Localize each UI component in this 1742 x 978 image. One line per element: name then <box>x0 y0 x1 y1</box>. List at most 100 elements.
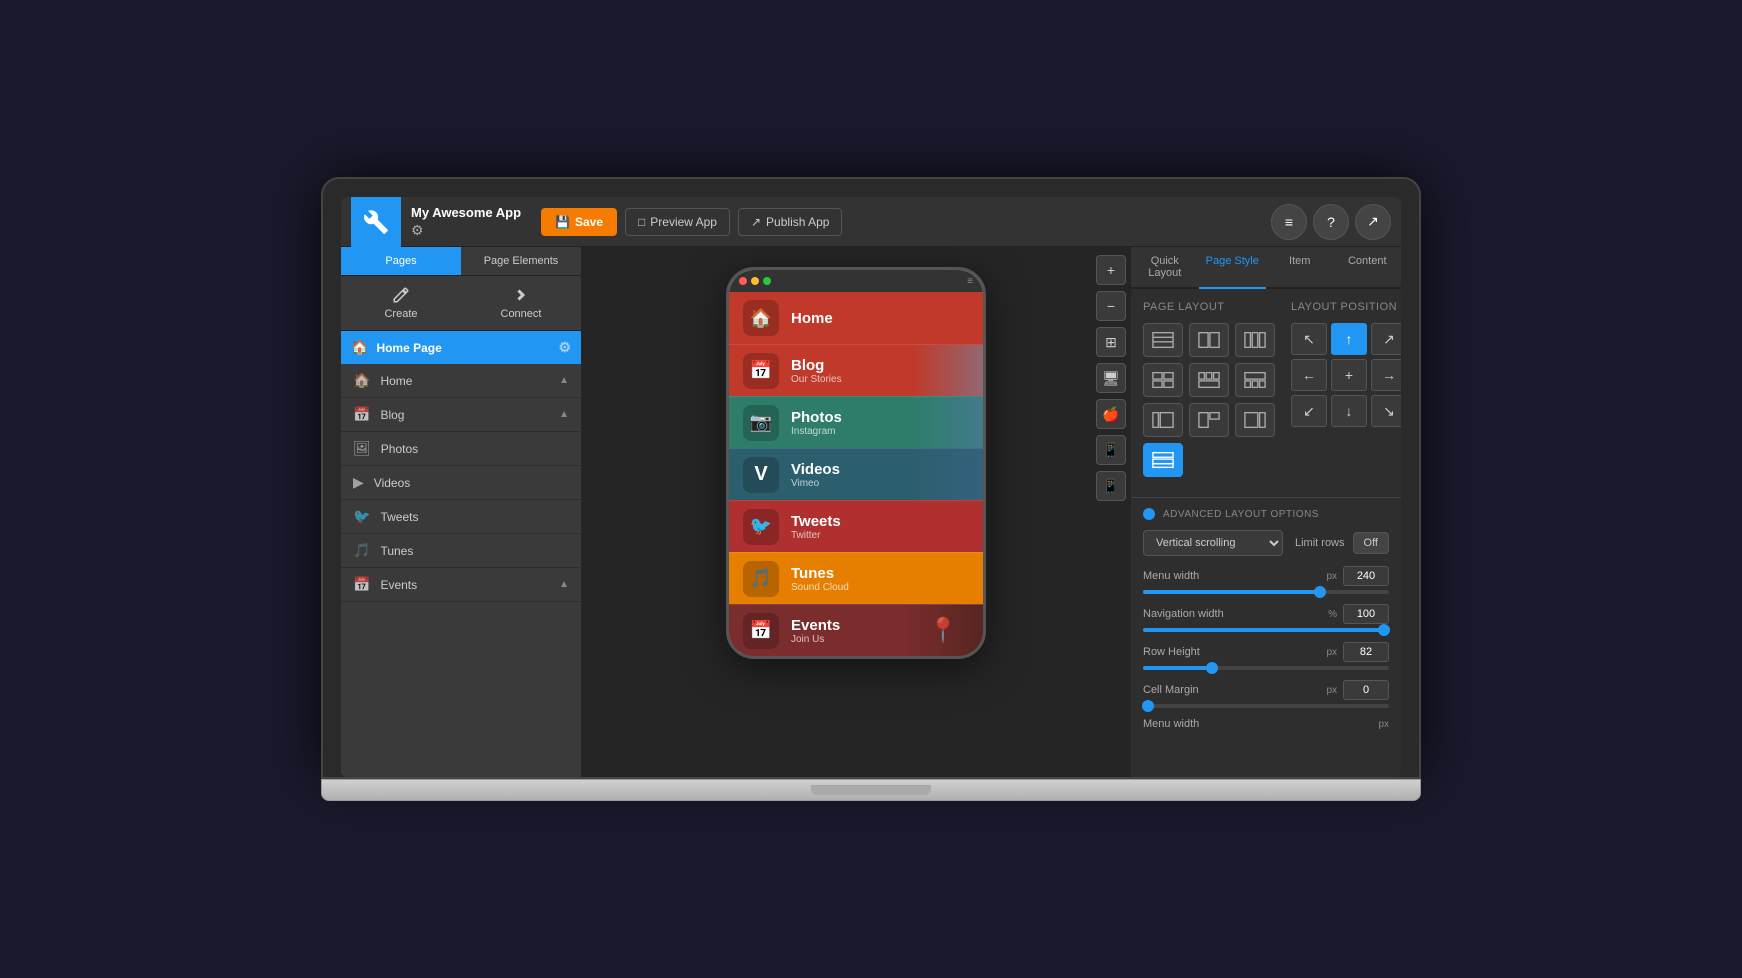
help-button[interactable]: ? <box>1313 204 1349 240</box>
sidebar-item-videos[interactable]: ▶ Videos <box>341 466 581 500</box>
tab-page-style[interactable]: Page Style <box>1199 247 1267 289</box>
cell-margin-thumb[interactable] <box>1142 700 1154 712</box>
top-bar-right: ≡ ? ↗ <box>1271 204 1391 240</box>
apple-view-button[interactable]: 🍎 <box>1096 399 1126 429</box>
tab-content[interactable]: Content <box>1334 247 1402 289</box>
save-disk-icon: 💾 <box>555 215 570 229</box>
sidebar-item-tunes[interactable]: 🎵 Tunes <box>341 534 581 568</box>
sidebar-item-tweets[interactable]: 🐦 Tweets <box>341 500 581 534</box>
menu-item-home[interactable]: 🏠 Home <box>729 292 983 344</box>
dot-yellow[interactable] <box>751 277 759 285</box>
laptop-notch <box>811 785 931 795</box>
create-label: Create <box>384 308 417 320</box>
pos-btn-c[interactable]: + <box>1331 359 1367 391</box>
sidebar-item-blog[interactable]: 📅 Blog ▲ <box>341 398 581 432</box>
layout-grid <box>1143 323 1275 477</box>
cell-margin-value[interactable]: 0 <box>1343 680 1389 700</box>
pos-btn-se[interactable]: ↘ <box>1371 395 1401 427</box>
nav-width-thumb[interactable] <box>1378 624 1390 636</box>
menu-item-tunes[interactable]: 🎵 Tunes Sound Cloud <box>729 552 983 604</box>
tab-quick-layout[interactable]: Quick Layout <box>1131 247 1199 289</box>
row-height-track[interactable] <box>1143 666 1389 670</box>
sidebar-home-page[interactable]: 🏠 Home Page ⚙ <box>341 331 581 364</box>
menu-item-videos[interactable]: V Videos Vimeo <box>729 448 983 500</box>
nav-width-track[interactable] <box>1143 628 1389 632</box>
cell-margin-track[interactable] <box>1143 704 1389 708</box>
menu-width2-value-row: px <box>1378 719 1389 730</box>
phone-status-bar: ≡ <box>729 270 983 292</box>
cell-margin-label-row: Cell Margin px 0 <box>1143 680 1389 700</box>
layout-btn-7[interactable] <box>1143 403 1183 437</box>
sidebar-item-events[interactable]: 📅 Events ▲ <box>341 568 581 602</box>
menu-width-thumb[interactable] <box>1314 586 1326 598</box>
menu-item-events[interactable]: 📅 Events Join Us 📍 <box>729 604 983 656</box>
menu-width-track[interactable] <box>1143 590 1389 594</box>
pos-btn-nw[interactable]: ↖ <box>1291 323 1327 355</box>
layout-btn-3[interactable] <box>1235 323 1275 357</box>
row-height-value[interactable]: 82 <box>1343 642 1389 662</box>
pos-btn-ne[interactable]: ↗ <box>1371 323 1401 355</box>
tab-pages[interactable]: Pages <box>341 247 461 275</box>
menu-tweets-text: Tweets Twitter <box>791 513 841 541</box>
home-page-gear[interactable]: ⚙ <box>558 339 571 356</box>
dot-red[interactable] <box>739 277 747 285</box>
nav-width-value[interactable]: 100 <box>1343 604 1389 624</box>
dot-green[interactable] <box>763 277 771 285</box>
menu-home-title: Home <box>791 310 833 327</box>
android-view-button[interactable]: 📱 <box>1096 435 1126 465</box>
layout-btn-4[interactable] <box>1143 363 1183 397</box>
pos-btn-e[interactable]: → <box>1371 359 1401 391</box>
blog-icon: 📅 <box>353 406 370 423</box>
layout-btn-10-active[interactable] <box>1143 443 1183 477</box>
events-item-label: Events <box>380 578 417 592</box>
menu-events-text: Events Join Us <box>791 617 840 645</box>
menu-photos-bg <box>913 397 983 448</box>
create-action[interactable]: Create <box>341 276 461 330</box>
menu-item-photos[interactable]: 📷 Photos Instagram <box>729 396 983 448</box>
limit-rows-toggle[interactable]: Off <box>1353 532 1389 554</box>
pos-btn-sw[interactable]: ↙ <box>1291 395 1327 427</box>
zoom-in-button[interactable]: + <box>1096 255 1126 285</box>
layout-btn-6[interactable] <box>1235 363 1275 397</box>
row-height-thumb[interactable] <box>1206 662 1218 674</box>
main-content: Pages Page Elements Create Connect <box>341 247 1401 777</box>
mobile-view-button[interactable]: 📱 <box>1096 471 1126 501</box>
export-button[interactable]: ↗ <box>1355 204 1391 240</box>
save-button[interactable]: 💾 Save <box>541 208 617 236</box>
publish-button[interactable]: ↗ Publish App <box>738 208 842 236</box>
menu-width2-unit: px <box>1378 719 1389 730</box>
preview-button[interactable]: □ Preview App <box>625 208 730 236</box>
sidebar-item-home[interactable]: 🏠 Home ▲ <box>341 364 581 398</box>
tweets-icon: 🐦 <box>353 508 370 525</box>
layout-btn-8[interactable] <box>1189 403 1229 437</box>
menu-button[interactable]: ≡ <box>1271 204 1307 240</box>
desktop-view-button[interactable]: 🖥 <box>1096 363 1126 393</box>
layout-btn-1[interactable] <box>1143 323 1183 357</box>
pos-btn-n[interactable]: ↑ <box>1331 323 1367 355</box>
pos-btn-s[interactable]: ↓ <box>1331 395 1367 427</box>
scroll-type-select[interactable]: Vertical scrolling <box>1143 530 1283 556</box>
layout-btn-9[interactable] <box>1235 403 1275 437</box>
sidebar-item-photos[interactable]: 🖼 Photos <box>341 432 581 466</box>
phone-frame: ≡ 🏠 Home <box>726 267 986 659</box>
sidebar-tabs: Pages Page Elements <box>341 247 581 276</box>
preview-area: + − ⊞ 🖥 🍎 📱 📱 <box>581 247 1131 777</box>
layout-btn-5[interactable] <box>1189 363 1229 397</box>
menu-blog-text: Blog Our Stories <box>791 357 842 385</box>
layout-btn-2[interactable] <box>1189 323 1229 357</box>
settings-icon[interactable]: ⚙ <box>411 222 521 239</box>
tab-item[interactable]: Item <box>1266 247 1334 289</box>
screen-bezel: My Awesome App ⚙ 💾 Save □ Preview App <box>321 177 1421 779</box>
menu-width-value[interactable]: 240 <box>1343 566 1389 586</box>
laptop-screen: My Awesome App ⚙ 💾 Save □ Preview App <box>341 197 1401 777</box>
fit-button[interactable]: ⊞ <box>1096 327 1126 357</box>
connect-action[interactable]: Connect <box>461 276 581 330</box>
preview-icon: □ <box>638 215 645 229</box>
menu-item-tweets[interactable]: 🐦 Tweets Twitter <box>729 500 983 552</box>
menu-width-value-row: px 240 <box>1326 566 1389 586</box>
tab-page-elements[interactable]: Page Elements <box>461 247 581 275</box>
menu-item-blog[interactable]: 📅 Blog Our Stories <box>729 344 983 396</box>
zoom-out-button[interactable]: − <box>1096 291 1126 321</box>
location-icon: 📍 <box>928 616 958 645</box>
pos-btn-w[interactable]: ← <box>1291 359 1327 391</box>
